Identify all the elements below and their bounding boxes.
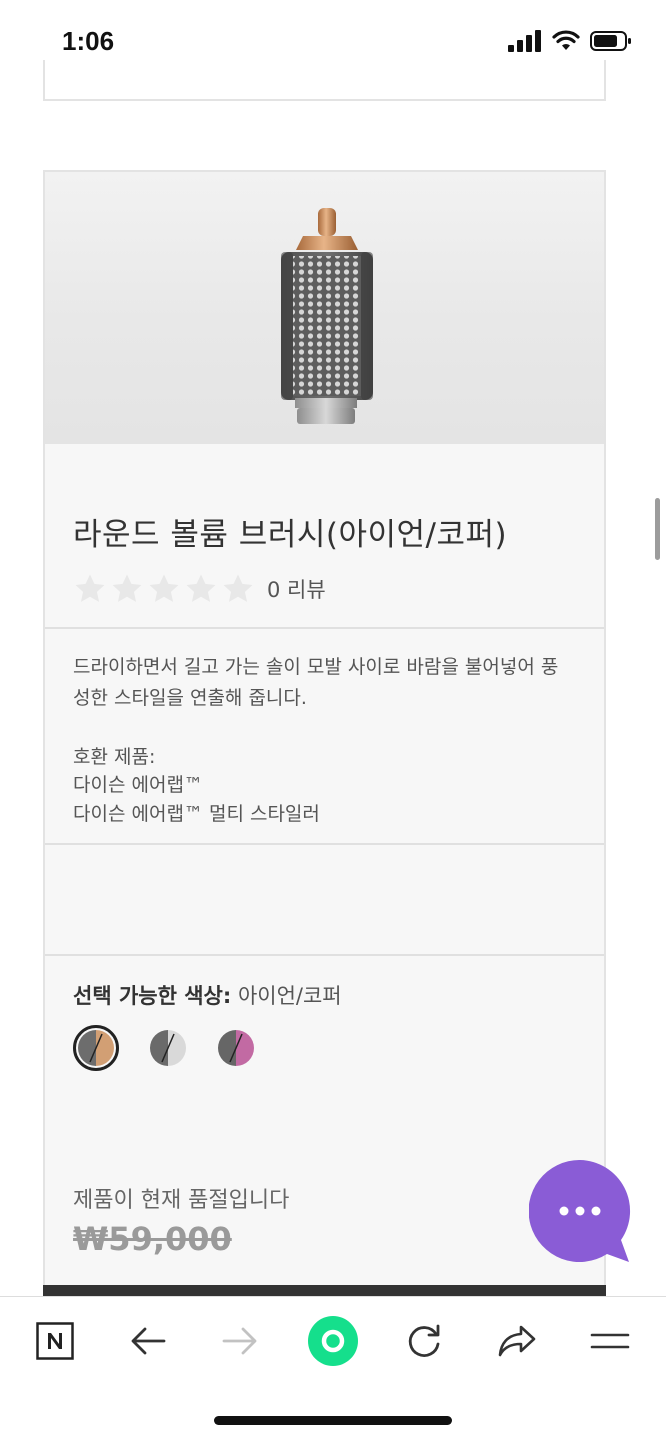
previous-card-bottom [43, 60, 606, 101]
star-icon [186, 574, 216, 602]
menu-icon [590, 1333, 630, 1349]
divider [45, 954, 604, 956]
product-description: 드라이하면서 길고 가는 솔이 모발 사이로 바람을 불어넣어 풍성한 스타일을… [73, 656, 559, 709]
swatch-iron-silver-icon [150, 1030, 186, 1066]
battery-icon [590, 31, 631, 51]
product-price: ₩59,000 [73, 1220, 232, 1258]
star-icon [112, 574, 142, 602]
share-button[interactable] [491, 1315, 543, 1367]
chat-dots-icon [528, 1159, 631, 1262]
green-home-icon [308, 1316, 358, 1366]
signal-icon [508, 30, 541, 52]
back-arrow-icon [131, 1327, 166, 1355]
round-brush-image [281, 208, 373, 424]
menu-button[interactable] [584, 1315, 636, 1367]
selected-color: 아이언/코퍼 [237, 984, 342, 1008]
wifi-icon [552, 30, 580, 50]
naver-button[interactable] [29, 1315, 81, 1367]
swatch-iron-silver[interactable] [150, 1030, 186, 1066]
status-time: 1:06 [62, 26, 115, 56]
forward-button[interactable] [214, 1315, 266, 1367]
star-icon [149, 574, 179, 602]
divider [45, 843, 604, 845]
swatch-iron-copper[interactable] [78, 1030, 114, 1066]
scroll-indicator[interactable] [655, 498, 660, 560]
color-label-title: 선택 가능한 색상: [73, 984, 232, 1008]
swatch-iron-copper-icon [78, 1030, 114, 1066]
swatch-iron-fuchsia[interactable] [218, 1030, 254, 1066]
color-selector-label: 선택 가능한 색상: 아이언/코퍼 [73, 980, 342, 1010]
product-image[interactable] [45, 172, 604, 444]
divider [45, 627, 604, 629]
star-icon [75, 574, 105, 602]
stock-status: 제품이 현재 품절입니다 [73, 1188, 290, 1213]
review-count[interactable]: 0 리뷰 [267, 574, 326, 604]
status-icons [508, 30, 632, 52]
compatible-item: 다이슨 에어랩™ 멀티 스타일러 [73, 803, 320, 825]
rating-row[interactable]: 0 리뷰 [73, 572, 326, 606]
swatch-iron-fuchsia-icon [218, 1030, 254, 1066]
product-title: 라운드 볼륨 브러시(아이언/코퍼) [73, 517, 508, 553]
chat-button[interactable] [528, 1159, 633, 1264]
back-button[interactable] [122, 1315, 174, 1367]
compatible-item: 다이슨 에어랩™ [73, 774, 203, 796]
home-indicator[interactable] [214, 1416, 452, 1425]
naver-logo-icon [36, 1322, 74, 1360]
share-icon [498, 1325, 536, 1357]
reload-icon [408, 1324, 440, 1357]
product-card[interactable]: 라운드 볼륨 브러시(아이언/코퍼) 0 리뷰 드라이하면서 길고 가는 솔이 … [43, 170, 606, 1300]
compatible-label: 호환 제품: [73, 746, 156, 768]
reload-button[interactable] [398, 1315, 450, 1367]
forward-arrow-icon [222, 1327, 257, 1355]
star-rating [73, 572, 255, 606]
green-home-button[interactable] [307, 1315, 359, 1367]
star-icon [223, 574, 253, 602]
